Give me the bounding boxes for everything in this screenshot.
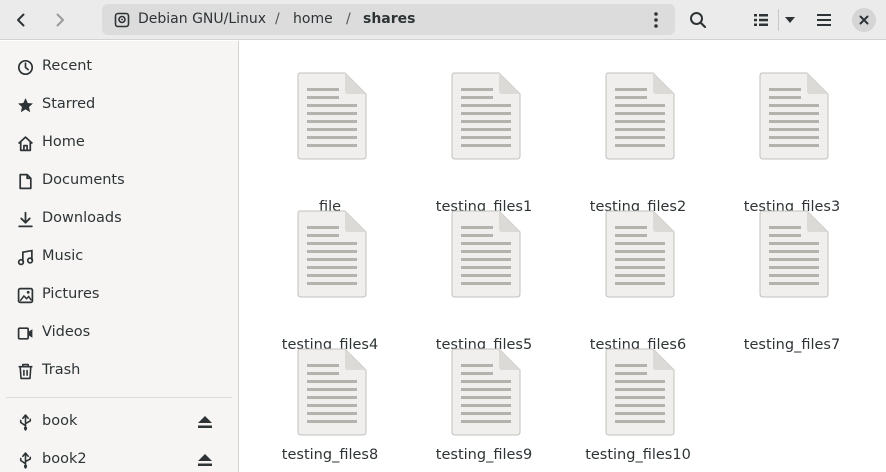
chevron-left-icon [17, 13, 25, 27]
file-grid: file testing_files1 testing_files2 testi… [240, 41, 886, 472]
text-file-icon [297, 210, 367, 298]
sidebar-item-trash[interactable]: Trash [0, 353, 238, 389]
sidebar-item-music[interactable]: Music [0, 239, 238, 275]
text-file-icon [759, 72, 829, 160]
sidebar-device-book2[interactable]: book2 [0, 442, 238, 472]
sidebar-item-label: Documents [42, 172, 125, 188]
file-item[interactable]: testing_files7 [717, 207, 867, 353]
file-item[interactable]: testing_files8 [255, 345, 405, 472]
text-file-icon [451, 72, 521, 160]
text-file-icon [605, 210, 675, 298]
file-item[interactable]: testing_files5 [409, 207, 559, 353]
file-name: testing_files9 [435, 447, 533, 463]
sidebar-item-downloads[interactable]: Downloads [0, 201, 238, 237]
sidebar-item-label: Starred [42, 96, 96, 112]
eject-icon[interactable] [196, 452, 214, 468]
file-item[interactable]: testing_files2 [563, 69, 713, 215]
close-icon [859, 15, 869, 25]
path-menu-button[interactable] [642, 8, 670, 32]
text-file-icon [605, 72, 675, 160]
hamburger-menu-icon [817, 14, 831, 26]
text-file-icon [297, 348, 367, 436]
sidebar-item-label: Downloads [42, 210, 122, 226]
home-icon [18, 136, 33, 152]
sidebar: Recent Starred Home Documents Downloads … [0, 41, 239, 472]
picture-icon [17, 287, 34, 304]
vertical-dots-icon [654, 12, 658, 28]
main-menu-button[interactable] [808, 4, 840, 36]
sidebar-item-videos[interactable]: Videos [0, 315, 238, 351]
list-view-icon [754, 14, 768, 26]
search-icon [690, 12, 707, 29]
text-file-icon [451, 348, 521, 436]
sidebar-item-label: Pictures [42, 286, 100, 302]
breadcrumb-shares[interactable]: shares [363, 11, 415, 27]
document-icon [19, 173, 32, 190]
clock-icon [17, 59, 34, 76]
file-item[interactable]: testing_files3 [717, 69, 867, 215]
sidebar-item-label: book2 [42, 451, 87, 467]
sidebar-item-label: Music [42, 248, 84, 264]
usb-icon [19, 414, 32, 431]
eject-icon[interactable] [196, 414, 214, 430]
text-file-icon [297, 72, 367, 160]
file-item[interactable]: testing_files6 [563, 207, 713, 353]
back-button[interactable] [4, 4, 38, 36]
sidebar-item-label: book [42, 413, 78, 429]
file-item[interactable]: testing_files4 [255, 207, 405, 353]
music-icon [17, 249, 34, 266]
breadcrumb-home[interactable]: home [293, 11, 333, 27]
view-options-dropdown[interactable] [780, 4, 800, 36]
sidebar-separator [6, 397, 232, 398]
breadcrumb-separator: / [275, 11, 280, 27]
file-name: testing_files8 [281, 447, 379, 463]
search-button[interactable] [682, 4, 714, 36]
disk-icon [114, 12, 130, 28]
file-name: testing_files10 [585, 447, 691, 463]
close-window-button[interactable] [852, 8, 876, 32]
file-item[interactable]: file [255, 69, 405, 215]
usb-icon [19, 452, 32, 469]
sidebar-item-documents[interactable]: Documents [0, 163, 238, 199]
sidebar-item-label: Home [42, 134, 85, 150]
view-divider [778, 9, 779, 31]
video-icon [17, 327, 33, 340]
view-toggle-button[interactable] [748, 4, 774, 36]
breadcrumb-separator: / [346, 11, 351, 27]
trash-icon [18, 363, 33, 380]
file-item[interactable]: testing_files10 [563, 345, 713, 472]
sidebar-item-label: Trash [42, 362, 81, 378]
chevron-right-icon [56, 13, 64, 27]
forward-button[interactable] [42, 4, 78, 36]
caret-down-icon [785, 17, 795, 23]
text-file-icon [605, 348, 675, 436]
path-bar: Debian GNU/Linux / home / shares [102, 4, 675, 35]
header-bar: Debian GNU/Linux / home / shares [0, 0, 886, 40]
star-icon [18, 98, 33, 113]
text-file-icon [451, 210, 521, 298]
file-item[interactable]: testing_files9 [409, 345, 559, 472]
breadcrumb-root[interactable]: Debian GNU/Linux [138, 11, 266, 27]
file-item[interactable]: testing_files1 [409, 69, 559, 215]
sidebar-item-label: Videos [42, 324, 91, 340]
sidebar-item-starred[interactable]: Starred [0, 87, 238, 123]
file-name: testing_files7 [743, 337, 841, 353]
sidebar-item-home[interactable]: Home [0, 125, 238, 161]
sidebar-item-label: Recent [42, 58, 93, 74]
sidebar-item-pictures[interactable]: Pictures [0, 277, 238, 313]
sidebar-item-recent[interactable]: Recent [0, 49, 238, 85]
sidebar-device-book[interactable]: book [0, 404, 238, 440]
download-icon [18, 211, 33, 228]
text-file-icon [759, 210, 829, 298]
